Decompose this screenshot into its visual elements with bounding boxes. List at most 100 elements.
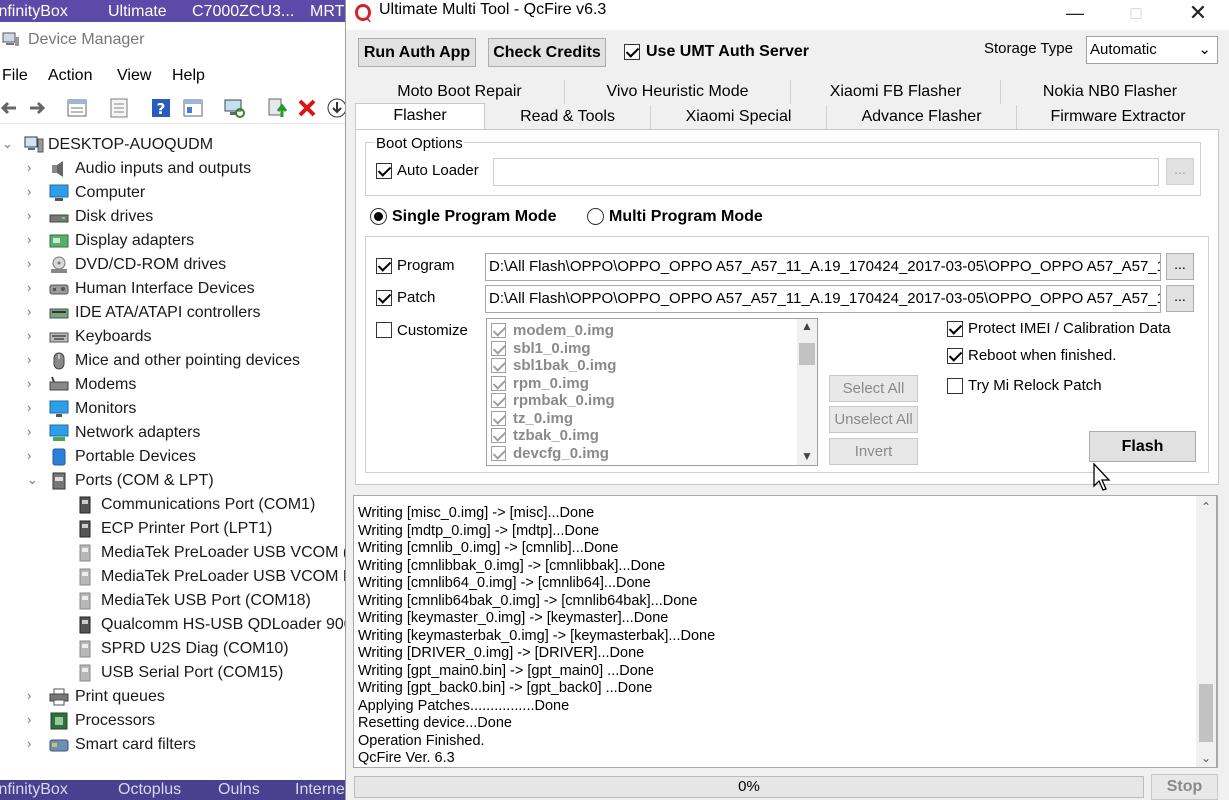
show-hidden-icon[interactable] [108,97,130,119]
tree-item-audio[interactable]: › Audio inputs and outputs [0,158,350,182]
image-checkbox[interactable] [491,445,506,461]
maximize-button[interactable]: □ [1113,0,1159,28]
chevron-right-icon[interactable]: › [27,448,39,464]
minimize-button[interactable]: — [1052,0,1098,28]
tab-read-tools[interactable]: Read & Tools [485,105,651,129]
taskbar-item[interactable]: InfinityBox [0,781,68,799]
tree-item-dvd-drives[interactable]: › DVD/CD-ROM drives [0,254,350,278]
image-checkbox[interactable] [491,410,506,426]
tree-item-mice[interactable]: › Mice and other pointing devices [0,350,350,374]
forward-arrow-icon[interactable] [26,97,48,119]
help-icon[interactable]: ? [150,97,172,119]
stop-button[interactable]: Stop [1151,774,1218,800]
tree-item-processors[interactable]: › Processors [0,710,350,734]
tab-flasher[interactable]: Flasher [355,103,485,130]
patch-path-input[interactable]: D:\All Flash\OPPO\OPPO_OPPO A57_A57_11_A… [485,285,1161,313]
storage-type-select[interactable]: Automatic ⌄ [1086,36,1218,64]
image-checkbox[interactable] [491,358,506,373]
tree-item-port[interactable]: Qualcomm HS-USB QDLoader 900 [0,614,350,638]
log-scrollbar[interactable]: ⌃ ⌄ [1196,496,1216,767]
chevron-down-icon[interactable]: ⌄ [2,136,14,152]
taskbar-item[interactable]: C7000ZCU3... [192,3,294,21]
menu-view[interactable]: View [117,67,151,85]
tab-firmware-extractor[interactable]: Firmware Extractor [1017,105,1219,129]
tree-item-smart-card[interactable]: › Smart card filters [0,734,350,758]
tree-item-network[interactable]: › Network adapters [0,422,350,446]
menu-action[interactable]: Action [48,67,92,85]
taskbar-item[interactable]: InfinityBox [0,3,68,21]
tab-advance-flasher[interactable]: Advance Flasher [827,105,1017,129]
chevron-right-icon[interactable]: › [27,352,39,368]
taskbar-item[interactable]: Ultimate [108,3,167,21]
unselect-all-button[interactable]: Unselect All [829,406,918,433]
image-checkbox[interactable] [491,340,506,356]
tree-item-port[interactable]: MediaTek PreLoader USB VCOM Po [0,566,350,590]
chevron-right-icon[interactable]: › [27,232,39,248]
close-button[interactable]: ✕ [1175,0,1221,28]
tree-item-keyboards[interactable]: › Keyboards [0,326,350,350]
image-checkbox[interactable] [491,428,506,443]
program-checkbox[interactable] [376,258,392,274]
chevron-right-icon[interactable]: › [27,376,39,392]
image-list[interactable]: modem_0.img sbl1_0.img sbl1bak_0.img rpm… [486,318,818,466]
scroll-down-icon[interactable]: ⌄ [1201,751,1211,765]
scroll-down-icon[interactable]: ▼ [801,449,813,463]
scan-hardware-icon[interactable] [223,97,245,119]
auto-loader-path-input[interactable] [493,158,1159,186]
tree-item-hid[interactable]: › Human Interface Devices [0,278,350,302]
tree-item-port[interactable]: MediaTek USB Port (COM18) [0,590,350,614]
taskbar-item[interactable]: MRT V [310,3,350,21]
tree-item-display-adapters[interactable]: › Display adapters [0,230,350,254]
use-umt-auth-checkbox[interactable] [624,44,640,60]
auto-loader-browse-button[interactable]: ... [1166,158,1194,185]
tab-xiaomi-special[interactable]: Xiaomi Special [651,105,827,129]
uninstall-device-icon[interactable] [296,97,318,119]
chevron-right-icon[interactable]: › [27,208,39,224]
taskbar-item[interactable]: Oulns [218,781,260,799]
chevron-right-icon[interactable]: › [27,304,39,320]
chevron-right-icon[interactable]: › [27,400,39,416]
tree-item-port[interactable]: MediaTek PreLoader USB VCOM (A [0,542,350,566]
invert-button[interactable]: Invert [829,438,918,465]
properties-view-icon[interactable] [66,97,88,119]
image-checkbox[interactable] [491,323,506,338]
chevron-right-icon[interactable]: › [27,736,39,752]
taskbar-item[interactable]: Octoplus [118,781,181,799]
menu-file[interactable]: File [2,67,28,85]
tree-item-computer[interactable]: › Computer [0,182,350,206]
patch-browse-button[interactable]: ... [1166,285,1194,312]
program-path-input[interactable]: D:\All Flash\OPPO\OPPO_OPPO A57_A57_11_A… [485,253,1161,281]
program-browse-button[interactable]: ... [1166,253,1194,280]
tab-moto-boot-repair[interactable]: Moto Boot Repair [355,80,565,104]
tree-item-portable[interactable]: › Portable Devices [0,446,350,470]
update-driver-icon[interactable] [266,97,288,119]
chevron-right-icon[interactable]: › [27,184,39,200]
chevron-right-icon[interactable]: › [27,688,39,704]
chevron-right-icon[interactable]: › [27,160,39,176]
tab-xiaomi-fb-flasher[interactable]: Xiaomi FB Flasher [791,80,1001,104]
tab-nokia-nb0-flasher[interactable]: Nokia NB0 Flasher [1001,80,1219,104]
tree-item-ports[interactable]: ⌄ Ports (COM & LPT) [0,470,350,494]
chevron-right-icon[interactable]: › [27,712,39,728]
reboot-when-finished-checkbox[interactable] [947,348,963,364]
mi-relock-checkbox[interactable] [947,378,963,394]
flash-button[interactable]: Flash [1089,431,1196,462]
back-arrow-icon[interactable] [0,97,20,119]
taskbar-item[interactable]: Interne [295,781,345,799]
scroll-thumb[interactable] [1199,684,1213,742]
patch-checkbox[interactable] [376,290,392,306]
chevron-down-icon[interactable]: ⌄ [27,472,39,488]
image-checkbox[interactable] [491,375,506,391]
auto-loader-checkbox[interactable] [376,163,392,179]
tree-item-port[interactable]: Communications Port (COM1) [0,494,350,518]
tree-item-disk-drives[interactable]: › Disk drives [0,206,350,230]
tree-item-ide[interactable]: › IDE ATA/ATAPI controllers [0,302,350,326]
protect-imei-checkbox[interactable] [947,321,963,337]
menu-help[interactable]: Help [172,67,205,85]
tree-root-node[interactable]: ⌄ DESKTOP-AUOQUDM [0,134,350,158]
tree-item-port[interactable]: SPRD U2S Diag (COM10) [0,638,350,662]
single-program-mode-radio[interactable] [370,208,387,225]
customize-checkbox[interactable] [376,322,392,338]
scroll-up-icon[interactable]: ⌃ [1201,500,1211,514]
image-list-scrollbar[interactable]: ▲ ▼ [797,319,817,465]
